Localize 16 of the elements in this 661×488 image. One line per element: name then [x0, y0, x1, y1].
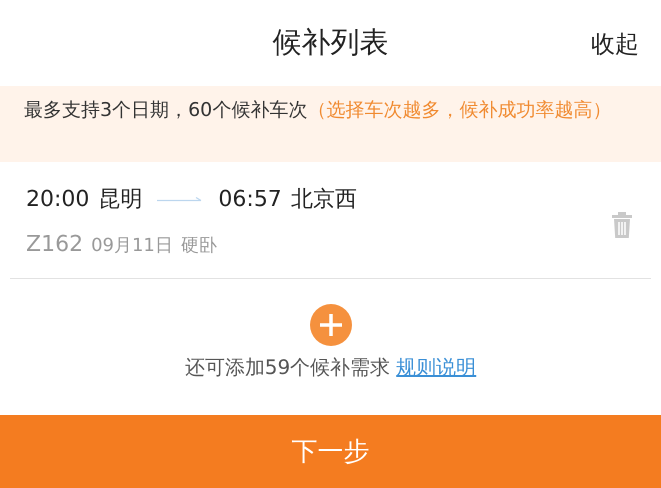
collapse-button[interactable]: 收起	[591, 28, 639, 60]
page-title: 候补列表	[272, 24, 388, 61]
trash-icon[interactable]	[611, 209, 633, 239]
travel-date: 09月11日	[91, 234, 173, 257]
add-icon[interactable]	[310, 304, 352, 346]
arrow-icon	[157, 195, 204, 203]
train-number: Z162	[26, 232, 84, 257]
departure-station: 昆明	[98, 186, 142, 214]
arrival-station: 北京西	[290, 186, 357, 214]
arrival-time: 06:57	[218, 186, 282, 212]
rules-link[interactable]: 规则说明	[396, 354, 476, 381]
departure-time: 20:00	[26, 186, 90, 212]
seat-type: 硬卧	[180, 234, 217, 257]
next-button[interactable]: 下一步	[0, 415, 661, 488]
remaining-text: 还可添加59个候补需求	[184, 354, 390, 381]
notice-text: 最多支持3个日期，60个候补车次（选择车次越多，候补成功率越高）	[24, 98, 612, 123]
